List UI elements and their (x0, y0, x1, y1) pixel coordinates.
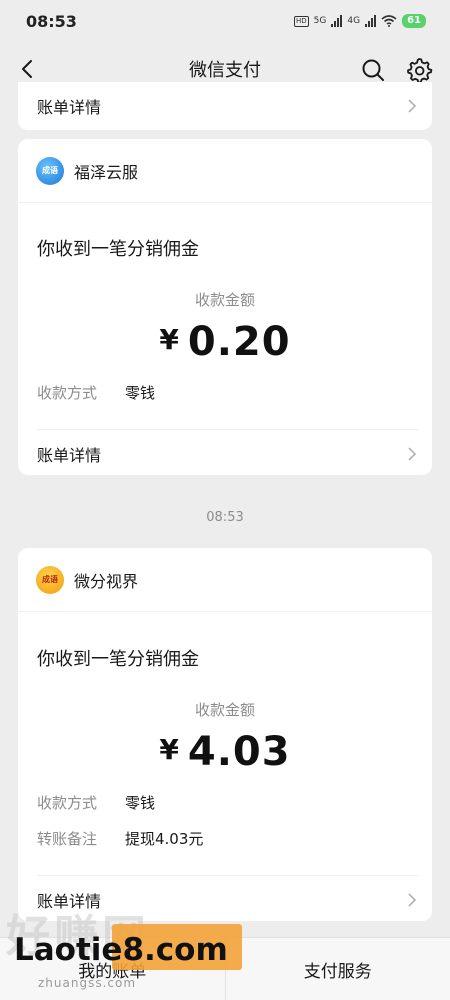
amount-label: 收款金额 (194, 291, 255, 309)
notice-text: 你收到一笔分销佣金 (37, 649, 199, 670)
search-icon[interactable] (360, 57, 386, 83)
merchant-name: 福泽云服 (74, 162, 139, 182)
amount-value: ¥4.03 (18, 729, 432, 775)
bill-detail-row[interactable]: 账单详情 (37, 429, 418, 475)
bill-detail-row[interactable]: 账单详情 (37, 82, 418, 130)
field-key: 收款方式 (37, 384, 98, 402)
field-value: 提现4.03元 (125, 830, 204, 848)
status-time: 08:53 (26, 11, 77, 31)
chevron-right-icon (408, 446, 417, 461)
chevron-right-icon (408, 892, 417, 907)
chevron-right-icon (408, 99, 417, 113)
bill-detail-label: 账单详情 (37, 445, 102, 465)
merchant-name: 微分视界 (74, 571, 139, 591)
field-key: 转账备注 (37, 830, 98, 848)
amount-value: ¥0.20 (18, 319, 432, 365)
status-icons: HD 5G 4G 61 (294, 14, 426, 28)
payment-services-button[interactable]: 支付服务 (224, 938, 450, 1000)
watermark: 好赚网 Laotie8.com zhuangss.com (0, 898, 255, 1000)
message-timestamp: 08:53 (206, 510, 244, 525)
previous-card: 账单详情 (18, 82, 432, 130)
status-bar: 08:53 HD 5G 4G 61 (0, 0, 450, 42)
field-value: 零钱 (125, 384, 156, 402)
watermark-url: zhuangss.com (38, 976, 137, 990)
bill-detail-label: 账单详情 (37, 98, 102, 117)
payment-card: 成语 福泽云服 你收到一笔分销佣金 收款金额 ¥0.20 收款方式 零钱 账单详… (18, 139, 432, 475)
page-title: 微信支付 (189, 60, 261, 81)
amount-number: 0.20 (187, 319, 291, 365)
network-5g-label: 5G (313, 16, 327, 26)
amount-number: 4.03 (187, 729, 291, 775)
back-icon[interactable] (16, 57, 40, 81)
amount-label: 收款金额 (194, 701, 255, 719)
field-key: 收款方式 (37, 794, 98, 812)
field-row: 收款方式 零钱 (37, 382, 155, 403)
signal-icon-2 (365, 15, 377, 27)
currency-symbol: ¥ (159, 323, 180, 356)
wifi-icon (381, 15, 397, 27)
field-row: 收款方式 零钱 (37, 792, 155, 813)
notice-text: 你收到一笔分销佣金 (37, 239, 199, 260)
merchant-logo: 成语 (36, 565, 64, 594)
field-value: 零钱 (125, 794, 156, 812)
network-4g-label: 4G (347, 16, 361, 26)
card-header[interactable]: 成语 福泽云服 (18, 139, 432, 203)
payment-card: 成语 微分视界 你收到一笔分销佣金 收款金额 ¥4.03 收款方式 零钱 转账备… (18, 548, 432, 921)
watermark-main-text: Laotie8.com (14, 932, 228, 968)
signal-icon (331, 15, 343, 27)
battery-icon: 61 (402, 14, 426, 28)
hd-icon: HD (294, 15, 309, 27)
currency-symbol: ¥ (159, 733, 180, 766)
card-header[interactable]: 成语 微分视界 (18, 548, 432, 612)
field-row: 转账备注 提现4.03元 (37, 828, 203, 849)
merchant-logo: 成语 (36, 156, 64, 185)
gear-icon[interactable] (405, 56, 433, 84)
